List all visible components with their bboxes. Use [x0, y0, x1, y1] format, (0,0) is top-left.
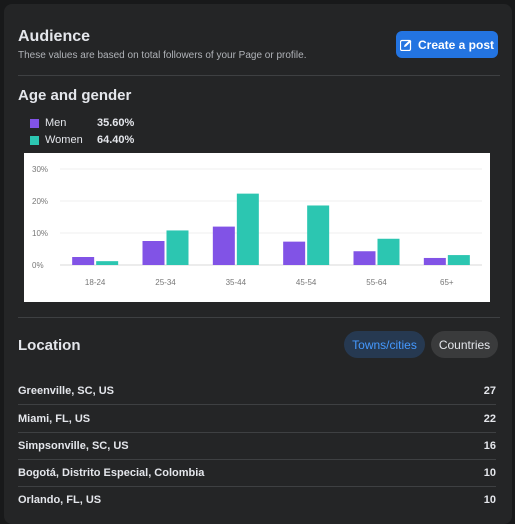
age-gender-title: Age and gender	[18, 87, 132, 104]
location-name: Greenville, SC, US	[18, 385, 114, 397]
location-row: Miami, FL, US 22	[18, 406, 496, 433]
location-name: Orlando, FL, US	[18, 494, 102, 506]
bar-men	[423, 257, 446, 265]
location-count: 10	[483, 467, 496, 479]
bar-women	[377, 238, 400, 265]
men-swatch	[30, 118, 39, 128]
create-post-label: Create a post	[417, 37, 495, 52]
location-name: Simpsonville, SC, US	[18, 440, 129, 452]
location-title: Location	[18, 337, 81, 354]
bar-men	[353, 251, 376, 265]
bar-women	[166, 230, 189, 265]
y-tick-label: 30%	[32, 165, 48, 174]
bar-men	[72, 257, 95, 265]
tab-countries[interactable]: Countries	[431, 331, 498, 358]
women-swatch	[30, 135, 39, 145]
men-percent: 35.60%	[97, 117, 135, 129]
location-row: Greenville, SC, US 27	[18, 378, 496, 405]
audience-title: Audience	[18, 28, 91, 45]
location-row: Orlando, FL, US 10	[18, 487, 496, 513]
women-percent: 64.40%	[97, 134, 135, 146]
y-tick-label: 20%	[32, 197, 48, 206]
location-count: 27	[483, 385, 496, 397]
location-count: 22	[483, 413, 496, 425]
x-tick-label: 18-24	[85, 278, 106, 287]
y-tick-label: 0%	[32, 261, 44, 270]
edit-icon	[399, 39, 412, 51]
location-row: Simpsonville, SC, US 16	[18, 433, 496, 460]
location-row: Bogotá, Distrito Especial, Colombia 10	[18, 460, 496, 487]
create-post-button[interactable]: Create a post	[396, 31, 498, 58]
bar-women	[236, 193, 259, 265]
audience-subtitle: These values are based on total follower…	[18, 50, 307, 61]
location-count: 10	[483, 494, 496, 506]
bar-women	[96, 261, 119, 265]
tab-towns-cities[interactable]: Towns/cities	[344, 331, 425, 358]
divider	[18, 75, 500, 76]
legend-women: Women 64.40%	[30, 134, 134, 146]
location-name: Miami, FL, US	[18, 413, 91, 425]
age-gender-chart: 0% 10% 20% 30% 18-24 25-34 35-44 45-54 55-64 65+	[24, 153, 490, 302]
chart-svg: 0% 10% 20% 30% 18-24 25-34 35-44 45-54 55-64 65+	[32, 165, 482, 287]
x-tick-label: 65+	[440, 278, 454, 287]
legend-men: Men 35.60%	[30, 117, 134, 129]
x-tick-label: 35-44	[226, 278, 247, 287]
x-tick-label: 55-64	[366, 278, 387, 287]
audience-panel: Audience These values are based on total…	[4, 4, 512, 524]
x-tick-label: 45-54	[296, 278, 317, 287]
bar-men	[283, 241, 306, 265]
y-tick-label: 10%	[32, 229, 48, 238]
bar-women	[307, 205, 330, 265]
bar-women	[447, 255, 470, 265]
women-label: Women	[45, 134, 83, 146]
bar-men	[142, 241, 165, 265]
divider	[18, 317, 500, 318]
location-count: 16	[483, 440, 496, 452]
x-tick-label: 25-34	[155, 278, 176, 287]
location-name: Bogotá, Distrito Especial, Colombia	[18, 467, 205, 479]
men-label: Men	[45, 117, 67, 129]
bar-men	[212, 226, 235, 265]
